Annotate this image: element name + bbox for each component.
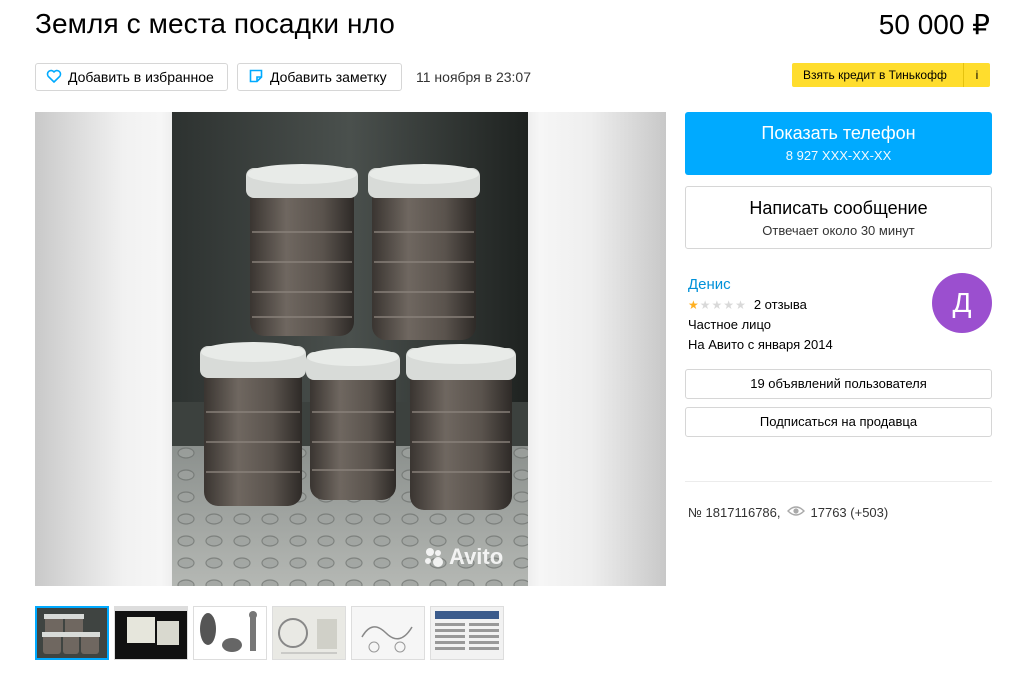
eye-icon (786, 505, 805, 520)
seller-type: Частное лицо (688, 317, 771, 332)
note-icon (248, 68, 264, 87)
star-icon: ★ (711, 297, 723, 312)
thumbnail-2[interactable] (114, 606, 188, 660)
views-count: 17763 (+503) (810, 505, 889, 520)
credit-label: Взять кредит в Тинькофф (803, 68, 947, 82)
listing-title: Земля с места посадки нло (35, 8, 395, 39)
thumbnail-strip (35, 606, 504, 660)
star-icon: ★ (735, 297, 746, 312)
response-time: Отвечает около 30 минут (762, 223, 915, 238)
seller-since: На Авито с января 2014 (688, 337, 833, 352)
show-phone-label: Показать телефон (761, 123, 916, 143)
watermark-text: Avito (449, 544, 504, 569)
reviews-count[interactable]: 2 отзыва (754, 297, 807, 312)
thumbnail-1[interactable] (35, 606, 109, 660)
thumbnail-3[interactable] (193, 606, 267, 660)
listing-photo[interactable] (172, 112, 528, 586)
add-to-favorites-button[interactable]: Добавить в избранное (35, 63, 228, 91)
thumbnail-5[interactable] (351, 606, 425, 660)
avito-watermark: Avito (423, 544, 503, 570)
star-icon: ★ (699, 297, 711, 312)
seller-name-link[interactable]: Денис (688, 276, 731, 293)
subscribe-seller-button[interactable]: Подписаться на продавца (685, 407, 992, 437)
star-icon: ★ (723, 297, 735, 312)
rating-stars: ★ ★ ★ ★ ★ (688, 298, 746, 312)
write-message-label: Написать сообщение (749, 198, 928, 218)
tinkoff-credit-button[interactable]: Взять кредит в Тинькофф i (792, 63, 990, 87)
heart-icon (46, 68, 62, 87)
listing-meta: № 1817116786, 17763 (+503) (688, 505, 888, 520)
seller-listings-button[interactable]: 19 объявлений пользователя (685, 369, 992, 399)
show-phone-button[interactable]: Показать телефон 8 927 XXX-XX-XX (685, 112, 992, 175)
listing-date: 11 ноября в 23:07 (416, 69, 532, 85)
photo-gallery[interactable]: Avito (35, 112, 666, 586)
listing-number: № 1817116786, (688, 505, 781, 520)
phone-masked: 8 927 XXX-XX-XX (785, 148, 892, 163)
add-note-button[interactable]: Добавить заметку (237, 63, 402, 91)
favorites-label: Добавить в избранное (68, 69, 214, 85)
listing-price: 50 000 ₽ (878, 9, 990, 40)
note-label: Добавить заметку (270, 69, 387, 85)
thumbnail-4[interactable] (272, 606, 346, 660)
thumbnail-6[interactable] (430, 606, 504, 660)
star-icon: ★ (688, 297, 699, 312)
seller-avatar[interactable]: Д (932, 273, 992, 333)
divider (685, 481, 992, 482)
info-icon[interactable]: i (963, 63, 990, 87)
seller-rating[interactable]: ★ ★ ★ ★ ★ 2 отзыва (688, 297, 807, 312)
write-message-button[interactable]: Написать сообщение Отвечает около 30 мин… (685, 186, 992, 249)
avito-logo-icon (423, 546, 445, 568)
